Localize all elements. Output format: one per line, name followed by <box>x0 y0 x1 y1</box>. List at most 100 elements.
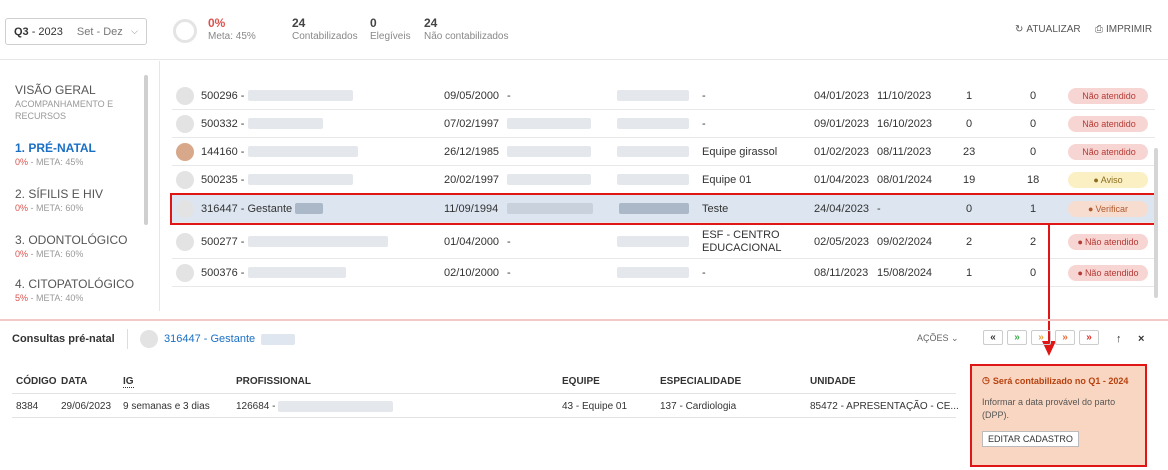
next-yellow-icon[interactable]: » <box>1031 330 1051 345</box>
sidebar-item-label: 3. ODONTOLÓGICO <box>15 233 128 247</box>
consult-specialty: 137 - Cardiologia <box>660 401 737 412</box>
avatar <box>176 171 194 189</box>
redacted <box>617 110 689 137</box>
date-1: 24/04/2023 <box>814 202 870 215</box>
birth-date: 26/12/1985 <box>444 145 500 158</box>
consult-team: 43 - Equipe 01 <box>562 401 628 412</box>
table-row[interactable]: 500235 - 20/02/1997 Equipe 01 01/04/2023… <box>172 166 1155 194</box>
col-header[interactable]: EQUIPE <box>562 376 600 387</box>
actions-menu[interactable]: AÇÕES ⌄ <box>917 333 959 344</box>
sidebar-item-pre-natal[interactable]: 1. PRÉ-NATAL 0% - META: 45% <box>15 141 96 168</box>
progress-goal: Meta: 45% <box>208 31 256 42</box>
warning-icon: ● <box>1093 175 1099 185</box>
cpf: - <box>507 235 511 248</box>
patient-id: 316447 - Gestante <box>201 195 324 222</box>
progress-stat: 0% Meta: 45% <box>208 16 256 42</box>
redacted <box>507 166 591 193</box>
status-badge: ● Não atendido <box>1068 265 1148 281</box>
table-row[interactable]: 500376 - 02/10/2000 - - 08/11/2023 15/08… <box>172 259 1155 287</box>
status-badge: ● Aviso <box>1068 172 1148 188</box>
count-2: 0 <box>1030 117 1037 130</box>
redacted <box>619 195 689 222</box>
collapse-icon[interactable]: ↑ <box>1116 333 1122 345</box>
chevron-down-icon: ⌵ <box>131 26 138 36</box>
date-2: 09/02/2024 <box>877 235 933 248</box>
selected-patient[interactable]: 316447 - Gestante <box>140 330 296 348</box>
first-page-icon[interactable]: « <box>983 330 1003 345</box>
alert-icon: ● <box>1077 237 1083 247</box>
period-select[interactable]: Q3 - 2023 Set - Dez ⌵ <box>5 18 147 45</box>
avatar <box>176 87 194 105</box>
count-2: 0 <box>1030 145 1037 158</box>
separator <box>127 329 128 349</box>
sidebar-item-odontologico[interactable]: 3. ODONTOLÓGICO 0% - META: 60% <box>15 233 127 260</box>
col-header[interactable]: CÓDIGO <box>16 376 57 387</box>
patient-id: 500277 - <box>201 225 388 258</box>
chevron-down-icon: ⌄ <box>951 333 959 343</box>
status-badge: ● Verificar <box>1068 201 1148 217</box>
patient-name: 316447 - Gestante <box>164 333 256 345</box>
panel-divider[interactable] <box>0 319 1168 321</box>
edit-record-button[interactable]: EDITAR CADASTRO <box>982 431 1079 447</box>
stat-value: 24 <box>292 16 306 30</box>
count-2: 18 <box>1027 173 1040 186</box>
redacted <box>507 110 591 137</box>
table-row-selected[interactable]: 316447 - Gestante 11/09/1994 Teste 24/04… <box>170 193 1157 225</box>
status-badge: Não atendido <box>1068 144 1148 160</box>
table-row[interactable]: 500332 - 07/02/1997 - 09/01/2023 16/10/2… <box>172 110 1155 138</box>
date-1: 04/01/2023 <box>814 89 870 102</box>
progress-donut <box>173 19 197 43</box>
printer-icon: ⎙ <box>1095 24 1103 35</box>
col-header[interactable]: UNIDADE <box>810 376 856 387</box>
close-icon[interactable]: × <box>1138 333 1144 345</box>
birth-date: 01/04/2000 <box>444 235 500 248</box>
col-header[interactable]: DATA <box>61 376 87 387</box>
col-header[interactable]: ESPECIALIDADE <box>660 376 741 387</box>
redacted <box>617 225 689 258</box>
warning-callout: ◷ Será contabilizado no Q1 - 2024 Inform… <box>970 364 1147 467</box>
next-green-icon[interactable]: » <box>1007 330 1027 345</box>
col-header[interactable]: PROFISSIONAL <box>236 376 311 387</box>
sidebar-item-label: VISÃO GERAL <box>15 83 96 97</box>
clock-icon: ◷ <box>982 375 990 385</box>
pagination: « » » » » <box>983 330 1099 345</box>
sidebar-item-sifilis-hiv[interactable]: 2. SÍFILIS E HIV 0% - META: 60% <box>15 187 103 214</box>
count-1: 0 <box>966 117 973 130</box>
sidebar-scrollbar[interactable] <box>144 75 148 225</box>
redacted <box>507 195 593 222</box>
redacted <box>617 138 689 165</box>
team: - <box>702 117 706 130</box>
sidebar-item-label: 1. PRÉ-NATAL <box>15 141 96 155</box>
team: - <box>702 266 706 279</box>
patient-id: 144160 - <box>201 138 358 165</box>
date-1: 09/01/2023 <box>814 117 870 130</box>
last-page-icon[interactable]: » <box>1079 330 1099 345</box>
period-quarter: Q3 <box>14 25 29 38</box>
sidebar-item-meta: 0% - META: 60% <box>15 249 84 259</box>
print-button[interactable]: ⎙ IMPRIMIR <box>1095 24 1152 35</box>
top-bar: Q3 - 2023 Set - Dez ⌵ 0% Meta: 45% 24 Co… <box>0 0 1168 60</box>
table-row[interactable]: 500277 - 01/04/2000 - ESF - CENTRO EDUCA… <box>172 225 1155 259</box>
divider <box>12 417 956 418</box>
patient-id: 500332 - <box>201 110 323 137</box>
birth-date: 09/05/2000 <box>444 89 500 102</box>
date-1: 02/05/2023 <box>814 235 870 248</box>
next-orange-icon[interactable]: » <box>1055 330 1075 345</box>
sidebar-item-visao-geral[interactable]: VISÃO GERAL ACOMPANHAMENTO E RECURSOS <box>15 83 130 122</box>
print-label: IMPRIMIR <box>1106 24 1153 35</box>
patient-id: 500376 - <box>201 259 346 286</box>
redacted <box>617 166 689 193</box>
table-row[interactable]: 144160 - 26/12/1985 Equipe girassol 01/0… <box>172 138 1155 166</box>
consult-professional: 126684 - <box>236 401 394 412</box>
sidebar-item-meta: 0% - META: 60% <box>15 203 84 213</box>
count-2: 0 <box>1030 89 1037 102</box>
period-year: - 2023 <box>31 25 63 38</box>
table-scrollbar[interactable] <box>1154 148 1158 298</box>
col-header[interactable]: IG <box>123 376 134 388</box>
refresh-button[interactable]: ↻ ATUALIZAR <box>1015 24 1081 35</box>
avatar <box>176 143 194 161</box>
table-row[interactable]: 500296 - 09/05/2000 - - 04/01/2023 11/10… <box>172 82 1155 110</box>
sidebar-item-citopatologico[interactable]: 4. CITOPATOLÓGICO 5% - META: 40% <box>15 277 134 304</box>
sidebar-item-label: 2. SÍFILIS E HIV <box>15 187 104 201</box>
stat-contabilizados: 24 Contabilizados <box>292 16 358 42</box>
